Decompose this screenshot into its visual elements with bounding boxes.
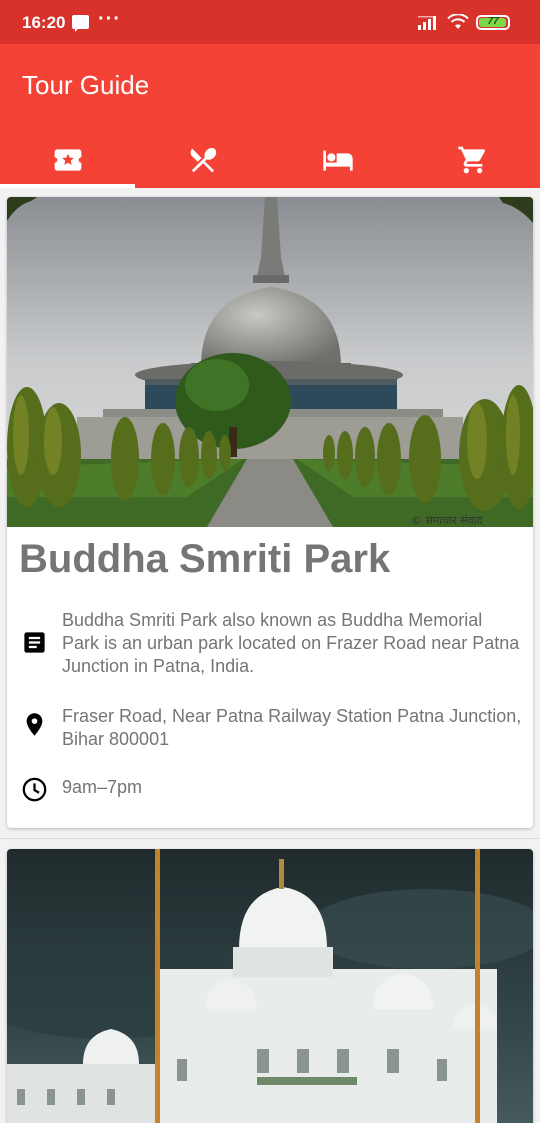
status-time: 16:20 (22, 13, 66, 32)
hotel-icon (322, 150, 353, 171)
selected-tab-indicator (0, 184, 135, 188)
card-divider (0, 838, 540, 839)
place-description: Buddha Smriti Park also known as Buddha … (62, 610, 520, 676)
place-hours: 9am–7pm (62, 777, 143, 797)
place-photo: © समाचार संवाद (7, 197, 533, 527)
photo-watermark: © समाचार संवाद (411, 514, 483, 527)
tab-hotels[interactable] (270, 132, 405, 188)
place-photo (7, 849, 533, 1123)
description-icon (24, 632, 45, 653)
tab-attractions[interactable] (0, 132, 135, 188)
battery-icon: 77 (476, 15, 510, 30)
clock-icon (22, 777, 47, 802)
more-notifications-icon: ··· (98, 8, 121, 30)
tab-restaurants[interactable] (135, 132, 270, 188)
wifi-icon (447, 14, 469, 29)
place-card[interactable] (7, 849, 533, 1123)
place-name: Buddha Smriti Park (19, 537, 391, 581)
place-card[interactable]: © समाचार संवाद Buddha Smriti Park Buddha… (7, 197, 533, 828)
app-title: Tour Guide (22, 70, 150, 100)
battery-level: 77 (487, 16, 499, 27)
tab-bar (0, 132, 540, 188)
shopping-cart-icon (457, 146, 485, 174)
place-address: Fraser Road, Near Patna Railway Station … (62, 706, 522, 749)
attractions-icon (54, 149, 81, 171)
tab-shopping[interactable] (405, 132, 540, 188)
app-bar: Tour Guide (0, 44, 540, 188)
status-bar: 16:20 ··· 77 (0, 0, 540, 44)
restaurant-icon (190, 148, 216, 173)
signal-icon (418, 16, 436, 30)
location-pin-icon (26, 713, 43, 736)
message-icon (72, 15, 89, 32)
